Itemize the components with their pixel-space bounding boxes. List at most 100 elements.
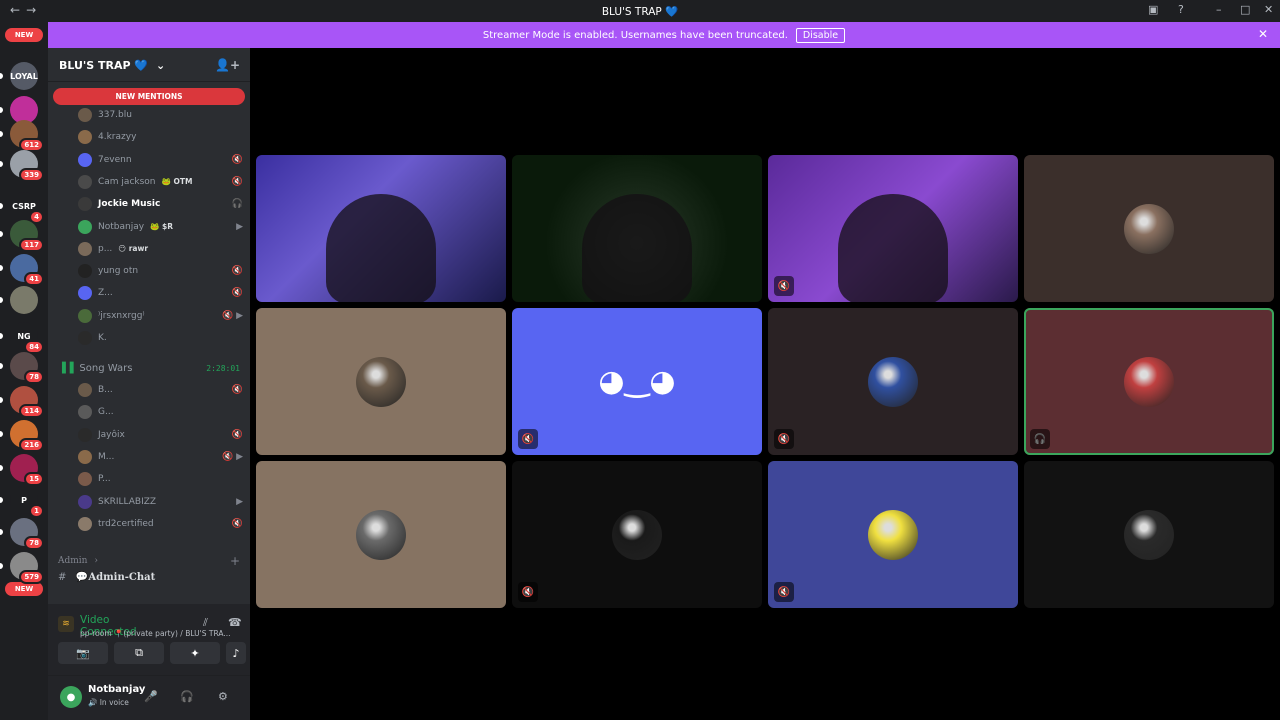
participant-tile[interactable]: 🔇 — [768, 308, 1018, 455]
participant-tile[interactable]: 🎧 — [1024, 308, 1274, 455]
settings-icon[interactable]: ⚙ — [218, 690, 228, 703]
close-window-icon[interactable]: ✕ — [1264, 3, 1273, 16]
user-name[interactable]: Notbanjay — [88, 684, 145, 695]
unread-pip — [0, 363, 3, 369]
voice-member[interactable]: Cam jackson 🐸 OTM 🔇 — [78, 173, 243, 191]
participant-tile[interactable]: ◕‿◕ 🔇 — [512, 308, 762, 455]
category-admin[interactable]: Admin › + — [58, 554, 240, 568]
maximize-icon[interactable]: □ — [1240, 3, 1250, 16]
disconnect-icon[interactable]: ☎ — [228, 616, 242, 629]
activity-button[interactable]: ✦ — [170, 642, 220, 664]
member-name: trd2certified — [98, 518, 154, 529]
voice-member[interactable]: yung otn 🔇 — [78, 262, 243, 280]
participant-tile[interactable] — [256, 461, 506, 608]
camera-button[interactable]: 📷 — [58, 642, 108, 664]
voice-channel-path[interactable]: pp-room 📍(private party) / BLU'S TRA... — [80, 629, 231, 638]
video-tile[interactable] — [256, 155, 506, 302]
voice-member[interactable]: P... — [78, 470, 243, 488]
server-icon[interactable]: LOYAL — [10, 62, 38, 90]
unread-pip — [0, 231, 3, 237]
avatar — [78, 383, 92, 397]
voice-member[interactable]: p... 😶 rawr — [78, 240, 243, 258]
avatar — [78, 516, 92, 531]
voice-member[interactable]: 337.blu — [78, 106, 243, 124]
participant-tile[interactable] — [1024, 461, 1274, 608]
server-icon[interactable]: P1 — [10, 486, 44, 518]
member-name: yung otn — [98, 266, 139, 277]
mention-badge: 117 — [19, 238, 44, 252]
member-name: ⁾jrsxnxrgg⁾ — [98, 310, 145, 321]
headset-icon[interactable]: 🎧 — [180, 690, 194, 703]
member-status-icon: 🔇 ▶ — [222, 451, 243, 462]
new-mentions-pill[interactable]: NEW MENTIONS — [53, 88, 245, 105]
voice-member[interactable]: Notbanjay 🐸 $R ▶ — [78, 218, 243, 236]
screen-share-button[interactable]: ⧉ — [114, 642, 164, 664]
participant-tile[interactable]: 🔇 — [512, 461, 762, 608]
server-avatar: LOYAL — [10, 62, 38, 90]
soundboard-button[interactable]: ♪ — [226, 642, 246, 664]
server-icon[interactable]: 216 — [10, 420, 44, 452]
server-icon[interactable]: 339 — [10, 150, 44, 182]
participant-tile[interactable] — [1024, 155, 1274, 302]
voice-member[interactable]: B... 🔇 — [78, 381, 243, 399]
microphone-icon[interactable]: 🎤 — [144, 690, 158, 703]
disable-streamer-button[interactable]: Disable — [795, 27, 846, 43]
member-tag: 🐸 OTM — [161, 177, 193, 187]
inbox-icon[interactable]: ▣ — [1148, 3, 1158, 16]
voice-member[interactable]: SKRILLABIZZ ▶ — [78, 493, 243, 511]
server-icon[interactable] — [10, 286, 38, 314]
voice-wave-icon: ▐▐ — [58, 362, 74, 374]
avatar — [356, 509, 406, 560]
video-tile[interactable] — [512, 155, 762, 302]
server-icon[interactable]: 78 — [10, 352, 44, 384]
noise-suppression-icon[interactable]: ⫽ — [203, 616, 208, 630]
muted-icon: 🔇 — [774, 276, 794, 296]
voice-member[interactable]: Jockie Music 🎧 — [78, 195, 243, 213]
avatar — [78, 241, 92, 256]
minimize-icon[interactable]: – — [1216, 3, 1222, 16]
close-banner-icon[interactable]: ✕ — [1258, 27, 1268, 41]
guild-header[interactable]: BLU'S TRAP 💙 ⌄ 👤+ — [48, 48, 250, 82]
voice-member[interactable]: G... — [78, 403, 243, 421]
voice-channel-song-wars[interactable]: ▐▐ Song Wars 2:28:01 — [58, 360, 240, 376]
mention-badge: 216 — [19, 438, 44, 452]
voice-member[interactable]: M... 🔇 ▶ — [78, 448, 243, 466]
mention-badge: 78 — [24, 370, 44, 384]
server-icon[interactable]: 117 — [10, 220, 44, 252]
video-tile[interactable]: 🔇 — [768, 155, 1018, 302]
add-channel-icon[interactable]: + — [230, 554, 240, 568]
member-name: 337.blu — [98, 110, 132, 120]
voice-member[interactable]: K. — [78, 329, 243, 347]
invite-icon[interactable]: 👤+ — [215, 58, 240, 72]
server-icon[interactable]: NG 84 — [10, 322, 44, 354]
voice-member[interactable]: trd2certified 🔇 — [78, 515, 243, 533]
server-icon[interactable]: 579 — [10, 552, 44, 584]
server-icon[interactable]: 114 — [10, 386, 44, 418]
member-name: B... — [98, 385, 113, 395]
voice-member[interactable]: 7evenn 🔇 — [78, 151, 243, 169]
voice-member[interactable]: 4.krazyy — [78, 128, 243, 146]
unread-pip — [0, 563, 3, 569]
streamer-mode-banner: Streamer Mode is enabled. Usernames have… — [48, 22, 1280, 48]
server-icon[interactable]: 612 — [10, 120, 44, 152]
new-unread-pill-top[interactable]: NEW — [5, 28, 43, 42]
channel-name: Song Wars — [79, 362, 133, 374]
participant-tile[interactable]: 🔇 — [768, 461, 1018, 608]
server-icon[interactable]: 78 — [10, 518, 44, 550]
server-icon[interactable]: CSRP 4 — [10, 192, 44, 224]
server-icon[interactable]: 41 — [10, 254, 44, 286]
server-rail: NEW NEW LOYAL 612 339 CSRP 4 117 41 NG 84 78 114 21… — [0, 22, 48, 720]
new-unread-pill-bottom[interactable]: NEW — [5, 582, 43, 596]
participant-tile[interactable] — [256, 308, 506, 455]
user-avatar[interactable]: ● — [60, 686, 82, 708]
webcam-person — [838, 193, 948, 302]
server-icon[interactable]: 15 — [10, 454, 44, 486]
member-name: Z... — [98, 288, 113, 299]
voice-member[interactable]: Jayôix 🔇 — [78, 426, 243, 444]
help-icon[interactable]: ? — [1178, 3, 1184, 16]
text-channel-admin-chat[interactable]: # 💬𝐀𝐝𝐦𝐢𝐧-𝐂𝐡𝐚𝐭 — [58, 572, 155, 583]
voice-member[interactable]: Z... 🔇 — [78, 284, 243, 302]
avatar — [78, 197, 92, 212]
voice-member[interactable]: ⁾jrsxnxrgg⁾ 🔇 ▶ — [78, 307, 243, 325]
member-name: Jockie Music — [98, 199, 161, 210]
